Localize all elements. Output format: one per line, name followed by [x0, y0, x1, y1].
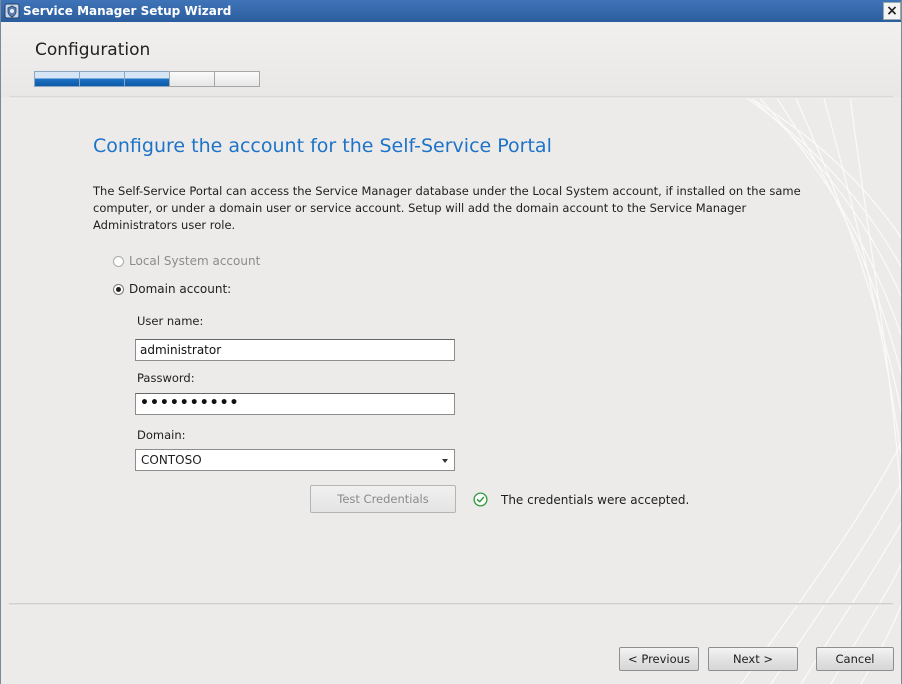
section-title: Configuration — [35, 40, 151, 60]
previous-button[interactable]: < Previous — [619, 647, 699, 671]
title-bar: Service Manager Setup Wizard × — [1, 0, 901, 22]
step-progress-bar — [34, 71, 260, 87]
next-button[interactable]: Next > — [708, 647, 798, 671]
progress-step-complete — [79, 71, 125, 87]
password-label: Password: — [137, 371, 195, 385]
domain-label: Domain: — [137, 428, 186, 442]
test-credentials-button[interactable]: Test Credentials — [310, 485, 456, 513]
radio-button-unchecked[interactable] — [113, 255, 124, 267]
page-heading: Configure the account for the Self-Servi… — [93, 135, 552, 157]
username-field[interactable]: administrator — [135, 339, 455, 361]
domain-account-radio[interactable]: Domain account: — [113, 282, 231, 296]
progress-step-complete — [124, 71, 170, 87]
domain-selected-value: CONTOSO — [141, 453, 202, 467]
progress-step-pending — [214, 71, 260, 87]
footer-divider — [9, 603, 893, 606]
window-title: Service Manager Setup Wizard — [23, 4, 232, 18]
check-circle-icon — [473, 492, 488, 507]
status-text: The credentials were accepted. — [501, 492, 690, 507]
username-label: User name: — [137, 314, 204, 328]
chevron-down-icon[interactable] — [442, 459, 448, 463]
local-system-account-radio[interactable]: Local System account — [113, 254, 260, 268]
progress-step-pending — [169, 71, 215, 87]
header-divider — [9, 96, 893, 99]
main-content: Configure the account for the Self-Servi… — [1, 100, 901, 600]
wizard-header: Configuration — [1, 22, 901, 97]
domain-dropdown[interactable]: CONTOSO — [135, 449, 455, 471]
credentials-status: The credentials were accepted. — [473, 492, 689, 507]
domain-account-label: Domain account: — [129, 282, 232, 296]
progress-step-complete — [34, 71, 80, 87]
setup-shield-icon — [4, 3, 20, 19]
local-system-account-label: Local System account — [129, 254, 261, 268]
password-field[interactable]: •••••••••• — [135, 393, 455, 415]
close-icon[interactable]: × — [883, 2, 901, 20]
cancel-button[interactable]: Cancel — [816, 647, 894, 671]
setup-wizard-window: Service Manager Setup Wizard × Configura… — [0, 0, 902, 684]
radio-button-checked[interactable] — [113, 283, 124, 295]
page-description: The Self-Service Portal can access the S… — [93, 184, 801, 232]
